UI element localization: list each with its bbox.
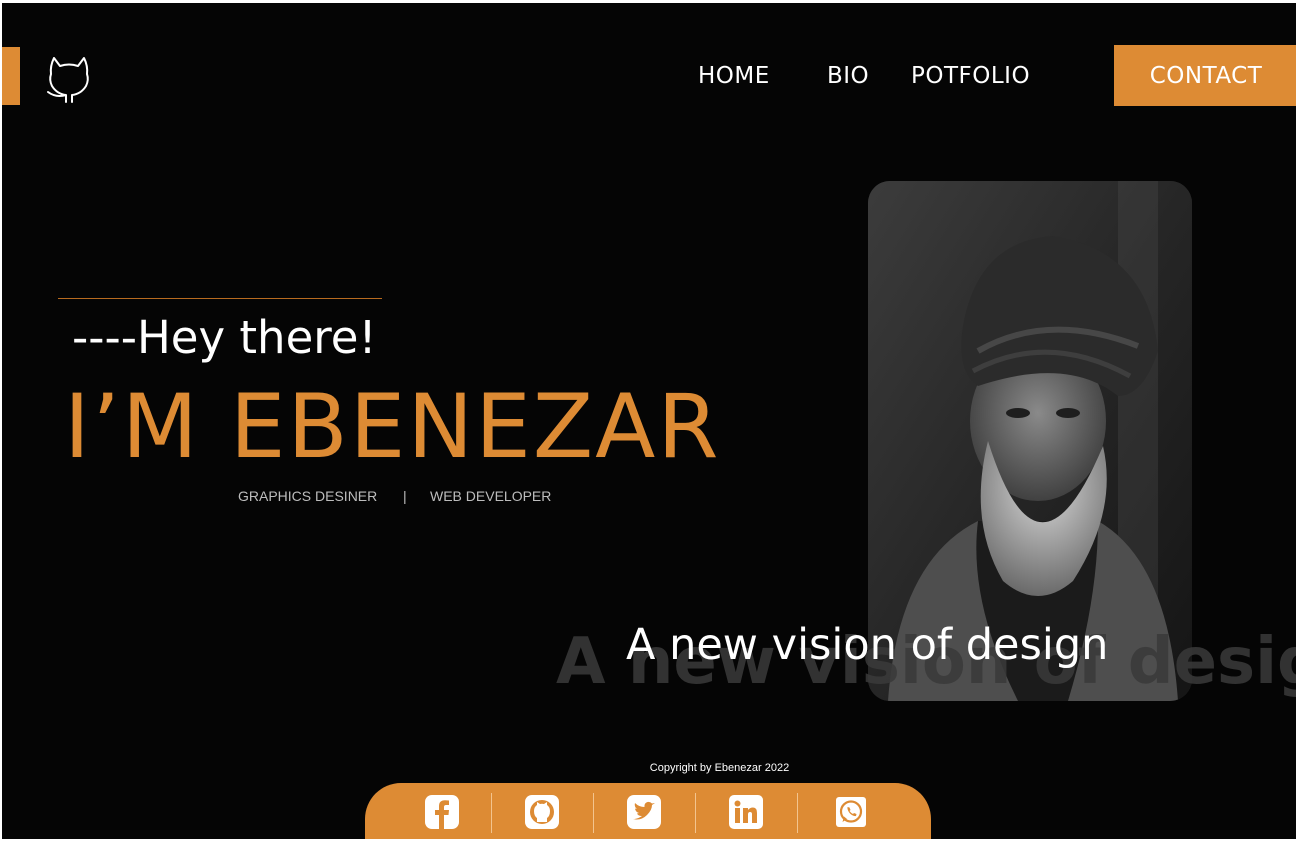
greeting-text: ----Hey there! xyxy=(72,311,377,364)
hero-name: I’M EBENEZAR xyxy=(64,375,721,478)
accent-tab xyxy=(2,47,20,105)
role-graphics-designer: GRAPHICS DESINER xyxy=(238,488,378,504)
greeting-rule xyxy=(58,298,382,299)
github-logo-icon[interactable] xyxy=(44,54,94,104)
contact-button[interactable]: CONTACT xyxy=(1114,45,1296,106)
linkedin-icon[interactable] xyxy=(729,795,763,829)
page: HOME BIO POTFOLIO CONTACT ----Hey there!… xyxy=(2,3,1296,839)
twitter-icon[interactable] xyxy=(627,795,661,829)
role-separator: | xyxy=(403,488,407,504)
facebook-icon[interactable] xyxy=(425,795,459,829)
role-web-developer: WEB DEVELOPER xyxy=(430,488,552,504)
social-divider xyxy=(593,793,594,833)
social-bar xyxy=(365,783,931,839)
nav-bio-link[interactable]: BIO xyxy=(827,63,869,89)
whatsapp-icon[interactable] xyxy=(834,795,868,829)
nav-portfolio-link[interactable]: POTFOLIO xyxy=(911,63,1030,89)
social-divider xyxy=(797,793,798,833)
social-divider xyxy=(491,793,492,833)
github-icon[interactable] xyxy=(525,795,559,829)
social-divider xyxy=(695,793,696,833)
tagline: A new vision of design xyxy=(626,620,1109,670)
copyright-text: Copyright by Ebenezar 2022 xyxy=(649,762,790,774)
nav-home-link[interactable]: HOME xyxy=(698,63,770,89)
